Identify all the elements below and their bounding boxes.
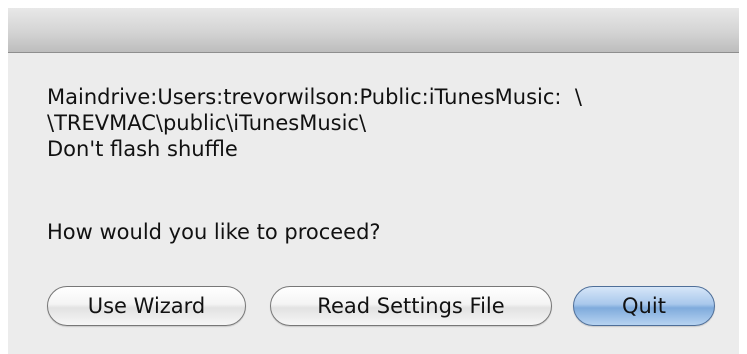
- message-line-3: Don't flash shuffle: [47, 137, 238, 161]
- window-titlebar[interactable]: [8, 8, 739, 53]
- use-wizard-button-label: Use Wizard: [87, 294, 206, 318]
- alert-dialog: Maindrive:Users:trevorwilson:Public:iTun…: [8, 8, 739, 354]
- use-wizard-button[interactable]: Use Wizard: [47, 286, 246, 326]
- message-line-2: \TREVMAC\public\iTunesMusic\: [47, 111, 367, 135]
- quit-button[interactable]: Quit: [573, 286, 715, 326]
- quit-button-label: Quit: [622, 294, 666, 318]
- read-settings-file-button[interactable]: Read Settings File: [270, 286, 552, 326]
- message-line-1: Maindrive:Users:trevorwilson:Public:iTun…: [47, 85, 582, 109]
- dialog-message: Maindrive:Users:trevorwilson:Public:iTun…: [47, 84, 727, 162]
- read-settings-file-button-label: Read Settings File: [317, 294, 505, 318]
- dialog-prompt: How would you like to proceed?: [47, 220, 381, 244]
